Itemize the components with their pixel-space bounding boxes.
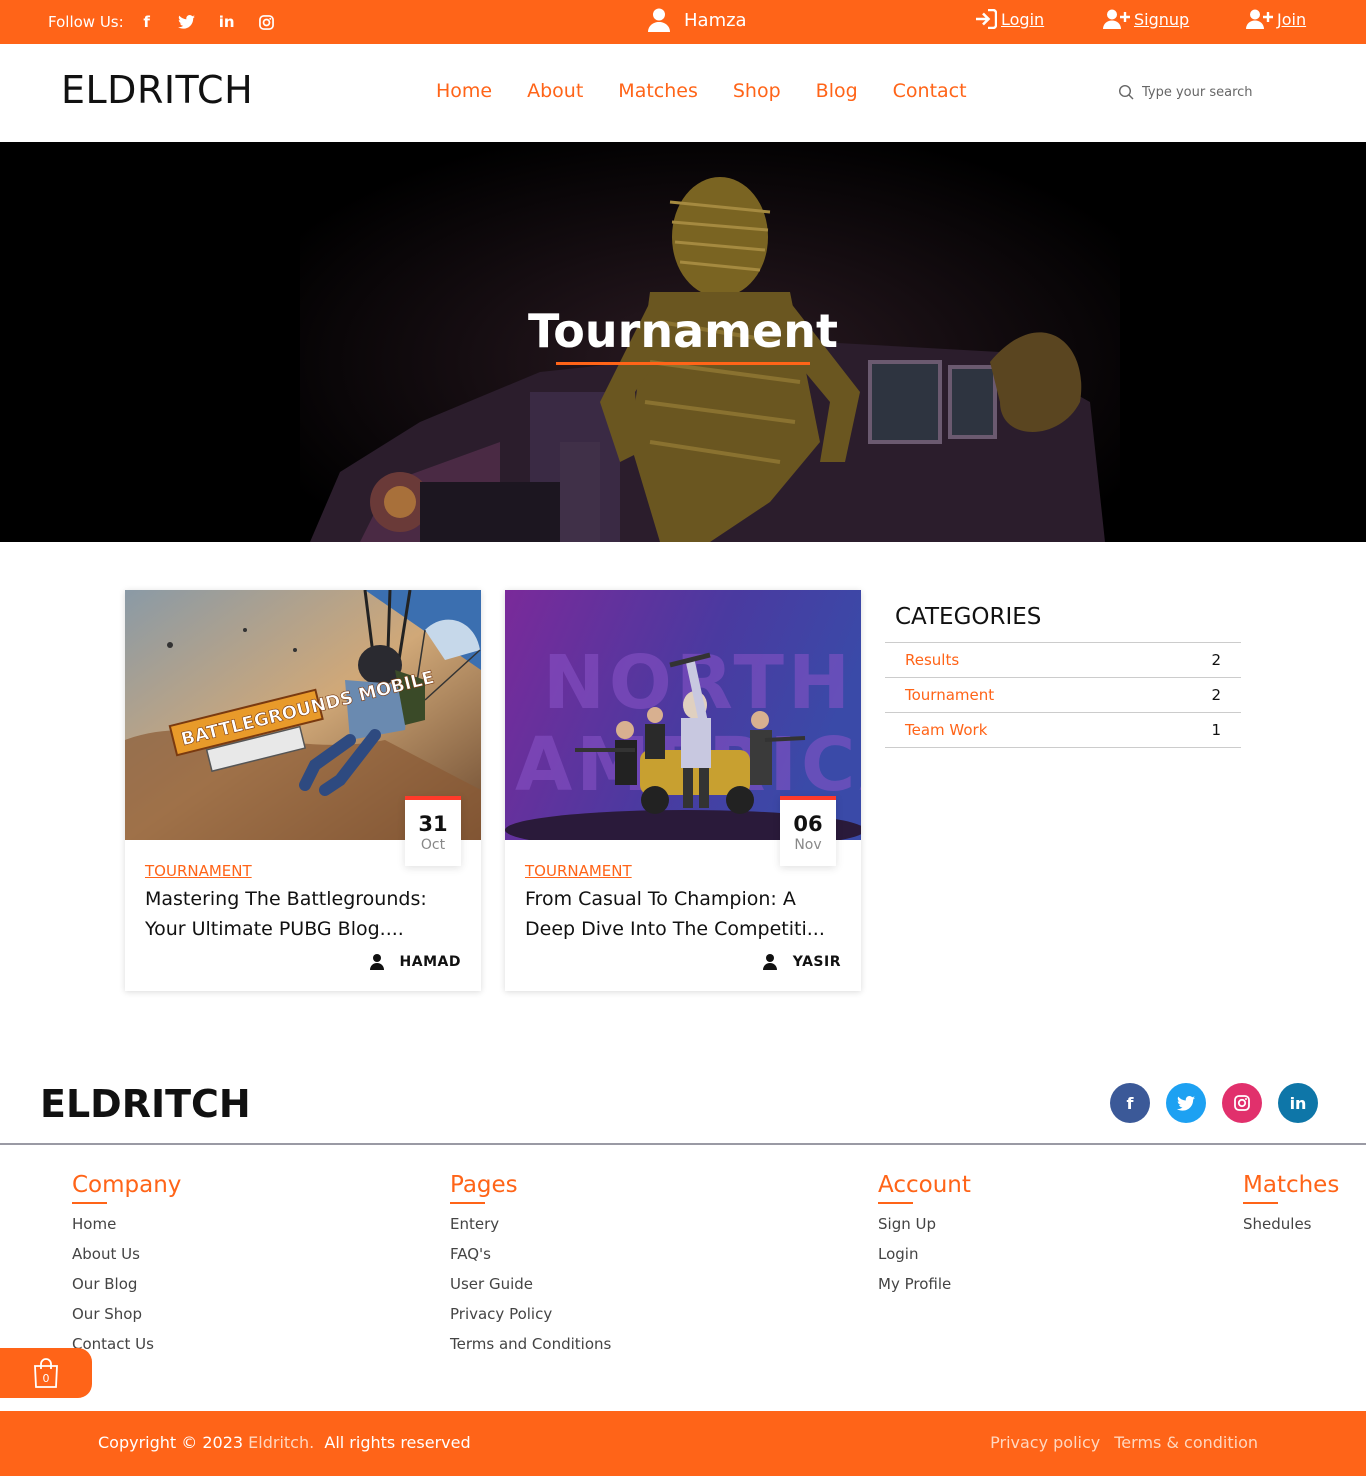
footer-link[interactable]: FAQ's xyxy=(450,1244,611,1274)
footer-link[interactable]: Our Shop xyxy=(72,1304,181,1334)
hero-banner: Tournament xyxy=(0,142,1366,542)
footer-column-title: Account xyxy=(878,1172,971,1198)
linkedin-icon[interactable]: in xyxy=(216,12,238,32)
facebook-icon[interactable]: f xyxy=(136,12,158,32)
legal-links: Privacy policy Terms & condition xyxy=(976,1433,1258,1452)
footer-link[interactable]: About Us xyxy=(72,1244,181,1274)
footer-logo[interactable]: ELDRITCH xyxy=(40,1082,251,1126)
footer-column-title: Matches xyxy=(1243,1172,1340,1198)
post-date: 31 Oct xyxy=(405,796,461,866)
sign-in-icon xyxy=(976,9,997,29)
categories-heading: CATEGORIES xyxy=(885,590,1241,643)
post-category[interactable]: TOURNAMENT xyxy=(145,862,252,880)
top-bar: Follow Us: f in Hamza Login Signup Join xyxy=(0,0,1366,44)
terms-link[interactable]: Terms & condition xyxy=(1114,1433,1258,1452)
category-name[interactable]: Tournament xyxy=(905,686,994,704)
category-name[interactable]: Results xyxy=(905,651,959,669)
post-title[interactable]: Mastering The Battlegrounds: Your Ultima… xyxy=(145,884,467,944)
category-name[interactable]: Team Work xyxy=(905,721,987,739)
follow-us: Follow Us: f in xyxy=(48,12,296,32)
post-month: Nov xyxy=(794,837,822,853)
footer-link[interactable]: Our Blog xyxy=(72,1274,181,1304)
copyright-brand[interactable]: Eldritch. xyxy=(248,1433,314,1452)
nav-shop[interactable]: Shop xyxy=(733,80,781,102)
privacy-policy-link[interactable]: Privacy policy xyxy=(990,1433,1100,1452)
signup-link[interactable]: Signup xyxy=(1103,9,1189,29)
nav-blog[interactable]: Blog xyxy=(816,80,858,102)
twitter-icon[interactable] xyxy=(176,12,198,32)
category-item[interactable]: Team Work 1 xyxy=(885,713,1241,748)
nav-contact[interactable]: Contact xyxy=(893,80,967,102)
post-month: Oct xyxy=(420,837,446,853)
copyright-text: Copyright © 2023 Eldritch. All rights re… xyxy=(98,1433,471,1452)
search-icon[interactable] xyxy=(1118,84,1134,100)
nav-home[interactable]: Home xyxy=(436,80,492,102)
instagram-icon[interactable] xyxy=(1222,1083,1262,1123)
category-item[interactable]: Tournament 2 xyxy=(885,678,1241,713)
footer-column-pages: Pages Entery FAQ's User Guide Privacy Po… xyxy=(450,1172,611,1364)
post-date: 06 Nov xyxy=(780,796,836,866)
user-plus-icon xyxy=(1246,9,1273,29)
cart-count: 0 xyxy=(43,1372,50,1385)
category-count: 2 xyxy=(1211,686,1221,704)
main-header: ELDRITCH Home About Matches Shop Blog Co… xyxy=(0,44,1366,142)
login-link[interactable]: Login xyxy=(975,9,1044,29)
title-underline xyxy=(878,1202,913,1204)
instagram-icon[interactable] xyxy=(256,12,278,32)
title-underline xyxy=(450,1202,485,1204)
user-plus-icon xyxy=(1103,9,1130,29)
footer-link[interactable]: User Guide xyxy=(450,1274,611,1304)
category-item[interactable]: Results 2 xyxy=(885,643,1241,678)
post-card[interactable]: BATTLEGROUNDS MOBILE 31 Oct TOURNAMENT M… xyxy=(125,590,481,991)
footer-link[interactable]: Sign Up xyxy=(878,1214,971,1244)
category-count: 1 xyxy=(1211,721,1221,739)
user-icon xyxy=(762,954,777,970)
search-box xyxy=(1118,84,1292,100)
footer-link[interactable]: Entery xyxy=(450,1214,611,1244)
footer-link[interactable]: Privacy Policy xyxy=(450,1304,611,1334)
shopping-bag-icon: 0 xyxy=(34,1358,58,1388)
post-title[interactable]: From Casual To Champion: A Deep Dive Int… xyxy=(525,884,847,944)
facebook-icon[interactable]: f xyxy=(1110,1083,1150,1123)
post-day: 31 xyxy=(418,812,448,836)
post-author: YASIR xyxy=(762,954,841,970)
linkedin-icon[interactable]: in xyxy=(1278,1083,1318,1123)
footer-column-account: Account Sign Up Login My Profile xyxy=(878,1172,971,1304)
post-card[interactable]: NORTH AMERICA 06 Nov TOURNAMENT From Cas… xyxy=(505,590,861,991)
user-menu[interactable]: Hamza xyxy=(648,8,747,32)
title-underline xyxy=(72,1202,107,1204)
nav-about[interactable]: About xyxy=(527,80,583,102)
join-link[interactable]: Join xyxy=(1246,9,1306,29)
footer-column-company: Company Home About Us Our Blog Our Shop … xyxy=(72,1172,181,1364)
footer-link[interactable]: My Profile xyxy=(878,1274,971,1304)
username: Hamza xyxy=(684,9,747,31)
footer-column-matches: Matches Shedules xyxy=(1243,1172,1339,1244)
category-count: 2 xyxy=(1211,651,1221,669)
user-icon xyxy=(648,8,670,32)
nav-matches[interactable]: Matches xyxy=(618,80,698,102)
footer-link[interactable]: Terms and Conditions xyxy=(450,1334,611,1364)
user-icon xyxy=(369,954,384,970)
title-underline xyxy=(556,362,810,365)
main-nav: Home About Matches Shop Blog Contact xyxy=(436,80,1002,102)
post-author: HAMAD xyxy=(369,954,461,970)
page-title: Tournament xyxy=(528,304,838,358)
footer-column-title: Company xyxy=(72,1172,182,1198)
cart-button[interactable]: 0 xyxy=(0,1348,92,1398)
footer-column-title: Pages xyxy=(450,1172,518,1198)
post-day: 06 xyxy=(793,812,823,836)
footer-link[interactable]: Home xyxy=(72,1214,181,1244)
site-logo[interactable]: ELDRITCH xyxy=(61,68,253,112)
follow-label: Follow Us: xyxy=(48,13,124,31)
footer-divider xyxy=(0,1143,1366,1145)
categories-widget: CATEGORIES Results 2 Tournament 2 Team W… xyxy=(885,590,1241,748)
post-category[interactable]: TOURNAMENT xyxy=(525,862,632,880)
copyright-bar: Copyright © 2023 Eldritch. All rights re… xyxy=(0,1411,1366,1476)
title-underline xyxy=(1243,1202,1278,1204)
twitter-icon[interactable] xyxy=(1166,1083,1206,1123)
footer-link[interactable]: Login xyxy=(878,1244,971,1274)
footer-link[interactable]: Shedules xyxy=(1243,1214,1339,1244)
search-input[interactable] xyxy=(1142,84,1292,100)
